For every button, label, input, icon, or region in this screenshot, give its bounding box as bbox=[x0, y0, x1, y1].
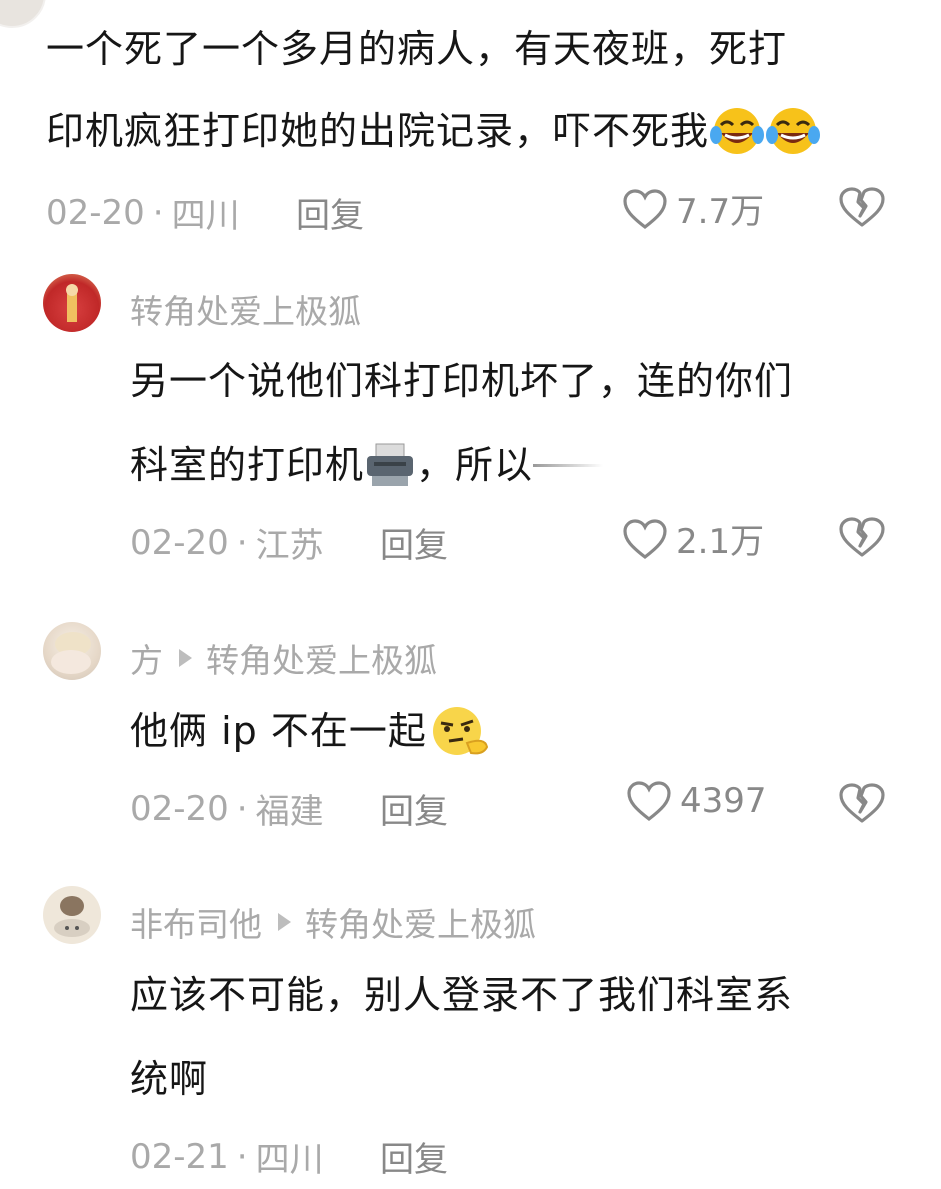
reply-arrow-icon bbox=[179, 649, 192, 667]
comment-meta: 02-21 · 四川 bbox=[130, 1132, 324, 1181]
comment-text-fragment: ，所以 bbox=[416, 443, 534, 487]
printer-emoji-icon bbox=[367, 443, 414, 486]
avatar[interactable] bbox=[43, 274, 101, 332]
comment-date: 02-20 bbox=[130, 788, 229, 829]
reply-to-username[interactable]: 转角处爱上极狐 bbox=[206, 634, 437, 682]
avatar[interactable] bbox=[0, 0, 46, 28]
username[interactable]: 非布司他 bbox=[130, 898, 262, 946]
comment-meta: 02-20 · 福建 bbox=[130, 784, 324, 833]
reply-button[interactable]: 回复 bbox=[380, 1132, 448, 1181]
thinking-face-emoji-icon bbox=[432, 707, 488, 755]
avatar[interactable] bbox=[43, 622, 101, 680]
dislike-button[interactable] bbox=[838, 782, 886, 828]
like-button[interactable]: 4397 bbox=[626, 780, 767, 822]
dislike-button[interactable] bbox=[838, 516, 886, 562]
reply-button[interactable]: 回复 bbox=[296, 188, 364, 237]
comment-text-line: 科室的打印机 ，所以 bbox=[130, 424, 604, 506]
comment-date: 02-21 bbox=[130, 1136, 229, 1177]
comment-text-fragment: 印机疯狂打印她的出院记录，吓不死我 bbox=[46, 109, 710, 153]
comment-text-line: 另一个说他们科打印机坏了，连的你们 bbox=[130, 359, 794, 403]
like-button[interactable]: 2.1万 bbox=[622, 514, 764, 563]
avatar-image bbox=[51, 632, 91, 674]
avatar-image bbox=[66, 284, 78, 322]
comment-location: 四川 bbox=[171, 196, 240, 236]
laughing-crying-emoji-icon bbox=[766, 108, 821, 154]
like-count: 4397 bbox=[680, 781, 767, 821]
like-count: 2.1万 bbox=[676, 522, 765, 562]
comment-text-line: 统啊 bbox=[130, 1057, 209, 1101]
comment-date: 02-20 bbox=[130, 522, 229, 563]
broken-heart-icon bbox=[839, 187, 885, 227]
heart-icon bbox=[623, 518, 667, 559]
laughing-crying-emoji-icon bbox=[710, 108, 765, 154]
reply-username-line: 方 转角处爱上极狐 bbox=[130, 634, 437, 682]
comment-meta: 02-20 · 四川 bbox=[46, 188, 240, 237]
reply-to-username[interactable]: 转角处爱上极狐 bbox=[305, 898, 536, 946]
comment-text-line: 一个死了一个多月的病人，有天夜班，死打 bbox=[46, 27, 788, 71]
heart-icon bbox=[627, 781, 671, 822]
comment-location: 江苏 bbox=[255, 526, 324, 566]
comment-text-line: 他俩 ip 不在一起 bbox=[130, 690, 497, 772]
comment-location: 福建 bbox=[255, 792, 324, 832]
reply-arrow-icon bbox=[278, 913, 291, 931]
comment-date: 02-20 bbox=[46, 192, 145, 233]
broken-heart-icon bbox=[839, 517, 885, 557]
comment-text-fragment: 他俩 ip 不在一起 bbox=[130, 709, 427, 753]
avatar[interactable] bbox=[43, 886, 101, 944]
like-count: 7.7万 bbox=[676, 192, 765, 232]
avatar-image bbox=[54, 896, 90, 937]
heart-icon bbox=[623, 188, 667, 229]
comment-text-line: 应该不可能，别人登录不了我们科室系 bbox=[130, 973, 794, 1017]
comment-text-line: 印机疯狂打印她的出院记录，吓不死我 bbox=[46, 90, 821, 172]
like-button[interactable]: 7.7万 bbox=[622, 184, 764, 233]
reply-username-line: 非布司他 转角处爱上极狐 bbox=[130, 898, 536, 946]
comment-text-fragment: 科室的打印机 bbox=[130, 443, 365, 487]
reply-button[interactable]: 回复 bbox=[380, 518, 448, 567]
reply-button[interactable]: 回复 bbox=[380, 784, 448, 833]
username[interactable]: 转角处爱上极狐 bbox=[130, 285, 361, 333]
dislike-button[interactable] bbox=[838, 186, 886, 232]
comment-location: 四川 bbox=[255, 1140, 324, 1180]
ellipsis-fade-icon bbox=[533, 464, 604, 467]
comment-meta: 02-20 · 江苏 bbox=[130, 518, 324, 567]
broken-heart-icon bbox=[839, 783, 885, 823]
username[interactable]: 方 bbox=[130, 634, 163, 682]
